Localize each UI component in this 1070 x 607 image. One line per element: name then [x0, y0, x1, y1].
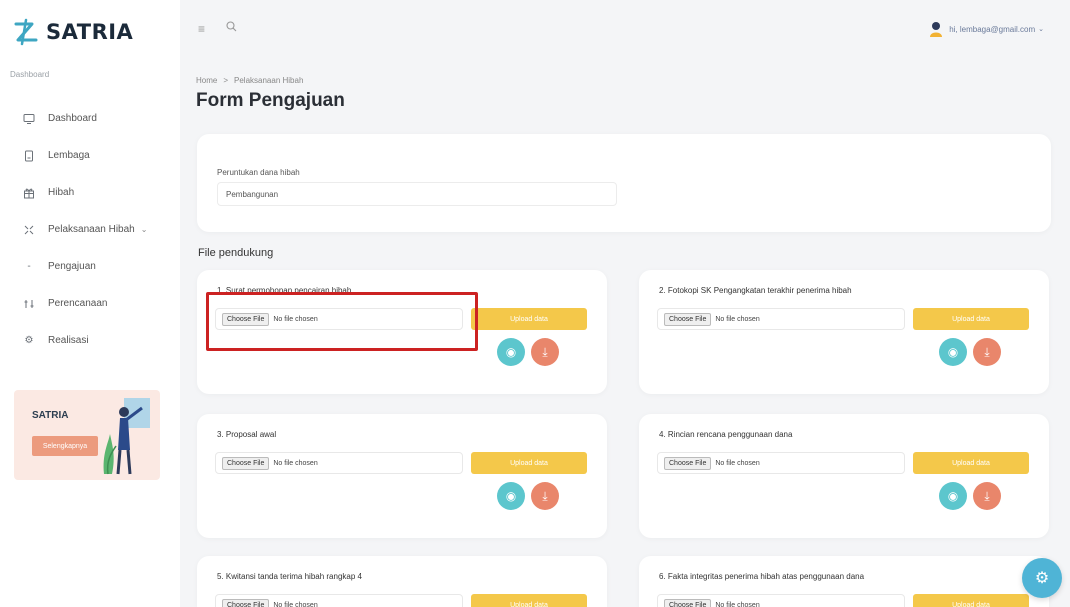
gear-icon: ⚙	[24, 335, 34, 346]
upload-button[interactable]: Upload data	[471, 308, 587, 330]
gear-icon: ⚙	[1034, 570, 1050, 587]
upload-button[interactable]: Upload data	[913, 308, 1029, 330]
download-icon[interactable]: ⤓	[531, 338, 559, 366]
document-card-3: 3. Proposal awal Choose File No file cho…	[197, 414, 607, 538]
chevron-down-icon: ⌄	[1038, 26, 1044, 33]
sidebar-item-dashboard[interactable]: Dashboard	[0, 100, 180, 137]
gift-icon	[22, 186, 36, 200]
grant-type-select[interactable]: Pembangunan	[217, 182, 617, 206]
top-header: ≡ hi, lembaga@gmail.com ⌄	[180, 0, 1070, 60]
sidebar-item-label: Pengajuan	[48, 261, 96, 272]
sidebar-item-label: Dashboard	[48, 113, 97, 124]
file-input[interactable]: Choose File No file chosen	[215, 452, 463, 474]
sliders-icon	[22, 297, 36, 311]
menu-icon[interactable]: ≡	[198, 22, 205, 36]
dash-icon: -	[27, 261, 31, 272]
file-status: No file chosen	[273, 459, 318, 467]
promo-card: SATRIA Selengkapnya	[14, 390, 160, 480]
document-title: 3. Proposal awal	[217, 430, 277, 439]
sidebar-item-pengajuan[interactable]: - Pengajuan	[0, 248, 180, 285]
sidebar-item-label: Perencanaan	[48, 298, 108, 309]
building-icon	[22, 149, 36, 163]
choose-file-button[interactable]: Choose File	[222, 598, 270, 607]
satria-logo-icon	[14, 18, 38, 46]
sidebar-item-label: Realisasi	[48, 335, 89, 346]
file-status: No file chosen	[273, 601, 318, 607]
promo-title: SATRIA	[32, 410, 69, 421]
document-title: 6. Fakta integritas penerima hibah atas …	[659, 572, 865, 581]
choose-file-button[interactable]: Choose File	[664, 456, 712, 470]
highlight-box	[206, 292, 478, 351]
file-input[interactable]: Choose File No file chosen	[657, 308, 905, 330]
document-card-6: 6. Fakta integritas penerima hibah atas …	[639, 556, 1049, 607]
upload-button[interactable]: Upload data	[913, 594, 1029, 607]
user-menu[interactable]: hi, lembaga@gmail.com ⌄	[929, 21, 1044, 37]
file-input[interactable]: Choose File No file chosen	[657, 594, 905, 607]
promo-button[interactable]: Selengkapnya	[32, 436, 98, 456]
upload-button[interactable]: Upload data	[471, 594, 587, 607]
file-status: No file chosen	[715, 315, 760, 323]
sidebar-item-hibah[interactable]: Hibah	[0, 174, 180, 211]
user-email: hi, lembaga@gmail.com	[949, 24, 1036, 34]
download-icon[interactable]: ⤓	[973, 338, 1001, 366]
choose-file-button[interactable]: Choose File	[664, 312, 712, 326]
download-icon[interactable]: ⤓	[531, 482, 559, 510]
upload-button[interactable]: Upload data	[471, 452, 587, 474]
file-input[interactable]: Choose File No file chosen	[657, 452, 905, 474]
settings-fab[interactable]: ⚙	[1022, 558, 1062, 598]
breadcrumb-separator: >	[223, 76, 229, 85]
grant-type-card: Peruntukan dana hibah Pembangunan	[197, 134, 1051, 232]
sidebar-item-label: Hibah	[48, 187, 75, 198]
sidebar-item-realisasi[interactable]: ⚙ Realisasi	[0, 322, 180, 359]
choose-file-button[interactable]: Choose File	[664, 598, 712, 607]
sidebar-item-label: Lembaga	[48, 150, 90, 161]
sidebar-nav: Dashboard Lembaga Hibah Pelaksanaan Hiba…	[0, 100, 180, 359]
expand-icon	[22, 223, 36, 237]
download-icon[interactable]: ⤓	[973, 482, 1001, 510]
sidebar-item-label: Pelaksanaan Hibah	[48, 224, 135, 235]
chevron-down-icon: ⌄	[140, 225, 148, 234]
sidebar-item-pelaksanaan-hibah[interactable]: Pelaksanaan Hibah ⌄	[0, 211, 180, 248]
document-card-2: 2. Fotokopi SK Pengangkatan terakhir pen…	[639, 270, 1049, 394]
logo[interactable]: SATRIA	[12, 18, 133, 46]
sidebar-section-label: Dashboard	[10, 70, 50, 79]
choose-file-button[interactable]: Choose File	[222, 456, 270, 470]
upload-button[interactable]: Upload data	[913, 452, 1029, 474]
avatar	[930, 22, 943, 37]
breadcrumb-current: Pelaksanaan Hibah	[234, 76, 304, 85]
sidebar-item-lembaga[interactable]: Lembaga	[0, 137, 180, 174]
eye-icon[interactable]: ◉	[939, 482, 967, 510]
monitor-icon	[22, 112, 36, 126]
eye-icon[interactable]: ◉	[497, 482, 525, 510]
file-status: No file chosen	[715, 459, 760, 467]
eye-icon[interactable]: ◉	[939, 338, 967, 366]
page-title: Form Pengajuan	[196, 90, 345, 111]
search-icon[interactable]	[226, 21, 237, 35]
brand-name: SATRIA	[46, 20, 134, 44]
file-status: No file chosen	[715, 601, 760, 607]
eye-icon[interactable]: ◉	[497, 338, 525, 366]
breadcrumb: Home > Pelaksanaan Hibah	[196, 76, 303, 85]
file-input[interactable]: Choose File No file chosen	[215, 594, 463, 607]
grant-type-label: Peruntukan dana hibah	[217, 168, 300, 177]
document-card-4: 4. Rincian rencana penggunaan dana Choos…	[639, 414, 1049, 538]
supporting-files-heading: File pendukung	[198, 247, 274, 259]
sidebar-item-perencanaan[interactable]: Perencanaan	[0, 285, 180, 322]
document-title: 4. Rincian rencana penggunaan dana	[659, 430, 793, 439]
document-card-5: 5. Kwitansi tanda terima hibah rangkap 4…	[197, 556, 607, 607]
breadcrumb-home[interactable]: Home	[196, 76, 217, 85]
document-title: 5. Kwitansi tanda terima hibah rangkap 4	[217, 572, 362, 581]
person-illustration-icon	[103, 398, 150, 475]
sidebar: SATRIA Dashboard Dashboard Lembaga Hibah	[0, 0, 180, 607]
document-title: 2. Fotokopi SK Pengangkatan terakhir pen…	[659, 286, 852, 295]
